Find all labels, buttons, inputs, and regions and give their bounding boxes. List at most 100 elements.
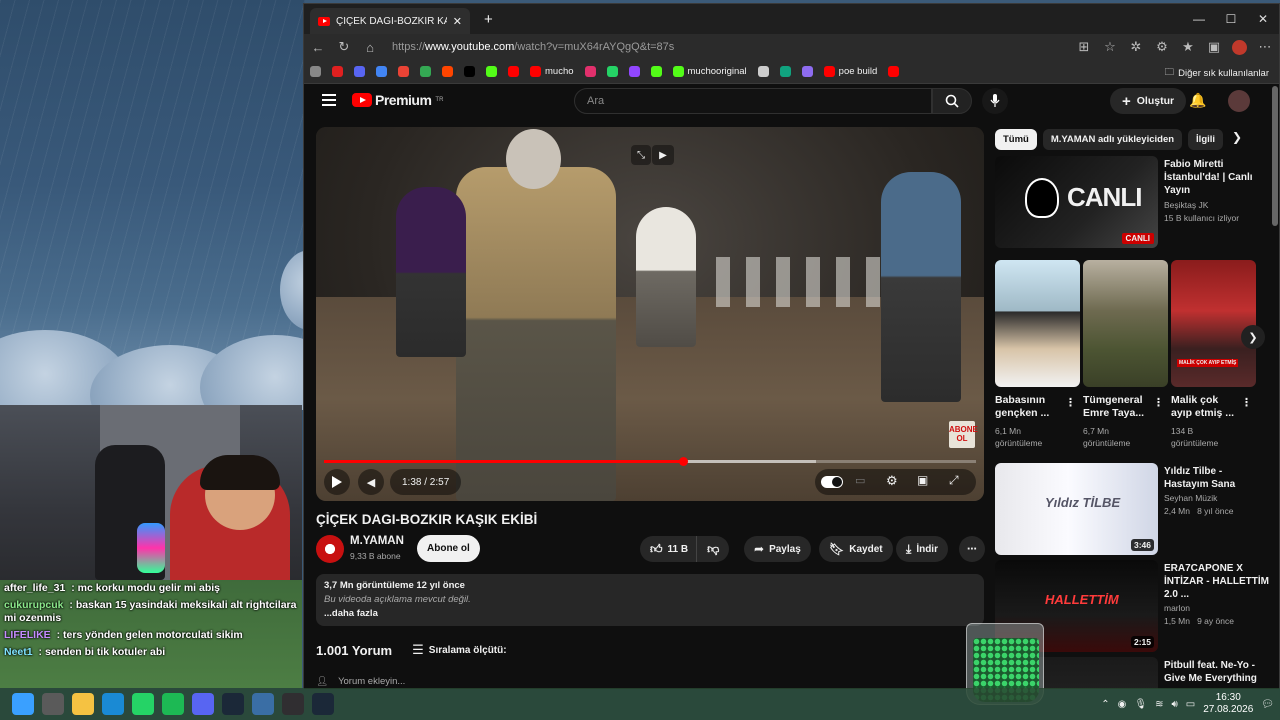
bookmark-item[interactable] — [628, 66, 640, 77]
back-icon[interactable]: ← — [310, 40, 326, 55]
voice-search-button[interactable] — [982, 88, 1008, 114]
short-more-icon[interactable]: ⋮ — [1153, 396, 1164, 409]
bookmark-item[interactable] — [801, 66, 813, 77]
maximize-icon[interactable]: ☐ — [1215, 4, 1247, 34]
create-button[interactable]: + Oluştur — [1110, 88, 1187, 114]
notification-center-icon[interactable]: 💬︎ — [1261, 699, 1274, 710]
shorts-next-button[interactable]: ❯ — [1241, 325, 1265, 349]
close-window-icon[interactable]: ✕ — [1247, 4, 1279, 34]
minimize-icon[interactable]: — — [1183, 4, 1215, 34]
bookmark-item[interactable] — [486, 66, 497, 77]
progress-bar[interactable] — [324, 457, 976, 466]
reload-icon[interactable]: ↻ — [336, 39, 352, 55]
chevron-right-icon[interactable]: ❯ — [1232, 130, 1242, 144]
profile-icon[interactable] — [1232, 39, 1247, 55]
steam-icon[interactable] — [312, 693, 334, 715]
bookmark-item[interactable] — [606, 66, 618, 77]
windows-icon[interactable] — [12, 693, 34, 715]
add-comment-row[interactable]: 👤︎ Yorum ekleyin... — [316, 676, 405, 687]
bookmark-item[interactable] — [464, 66, 475, 77]
spotify-icon[interactable] — [162, 693, 184, 715]
short-thumbnail[interactable] — [995, 260, 1080, 387]
autoplay-toggle[interactable] — [821, 476, 843, 488]
video-player[interactable]: ⤡ ▶ ABONE OL ◀ 1:38 / 2:57 ▭ ⚙ ▣ ⤢ — [316, 127, 984, 501]
subtitles-icon[interactable]: ▭ — [855, 474, 865, 487]
theater-mode-icon[interactable]: ▣ — [917, 473, 928, 487]
bookmark-item[interactable] — [779, 66, 791, 77]
channel-avatar[interactable] — [316, 535, 344, 563]
share-button[interactable]: ➦ Paylaş — [744, 536, 811, 562]
account-avatar[interactable] — [1228, 90, 1250, 112]
channel-name[interactable]: M.YAMAN — [350, 535, 404, 547]
extensions-icon[interactable]: ✲ — [1128, 39, 1144, 55]
network-icon[interactable]: ◉ — [1118, 699, 1127, 710]
cast-icon[interactable]: ▶ — [652, 145, 674, 165]
bookmark-item[interactable] — [757, 66, 769, 77]
whatsapp-icon[interactable] — [132, 693, 154, 715]
more-icon[interactable]: ⋯ — [1257, 39, 1273, 55]
filter-chip[interactable]: Tümü — [995, 129, 1037, 150]
miniplayer-icon[interactable]: ⤡ — [631, 145, 651, 165]
discord-icon[interactable] — [192, 693, 214, 715]
new-tab-icon[interactable]: + — [484, 11, 493, 28]
save-button[interactable]: 🔖︎ Kaydet — [819, 536, 893, 562]
bookmark-item[interactable] — [354, 66, 365, 77]
chevron-up-icon[interactable]: ⌃ — [1101, 699, 1109, 710]
bookmark-item[interactable] — [442, 66, 453, 77]
youtube-logo[interactable]: Premium TR — [352, 92, 443, 108]
short-title[interactable]: Malik çok ayıp etmiş ... — [1171, 394, 1239, 420]
bookmark-item[interactable] — [584, 66, 596, 77]
edge-icon[interactable] — [102, 693, 124, 715]
search-input[interactable]: Ara — [574, 88, 932, 114]
bookmark-item[interactable] — [376, 66, 387, 77]
more-actions-button[interactable]: ⋯ — [959, 536, 985, 562]
obs-icon[interactable] — [282, 693, 304, 715]
search-button[interactable] — [932, 88, 972, 114]
page-scrollbar[interactable] — [1272, 86, 1278, 226]
favorites-icon[interactable]: ★ — [1180, 39, 1196, 55]
volume-tray-icon[interactable]: 🔊︎ — [1171, 699, 1177, 710]
microphone-tray-icon[interactable]: 🎙︎ — [1134, 699, 1147, 710]
home-icon[interactable]: ⌂ — [362, 40, 378, 55]
dislike-button[interactable]: 👎︎ — [697, 536, 729, 562]
collections-icon[interactable]: ▣ — [1206, 39, 1222, 55]
menu-icon[interactable] — [322, 94, 336, 106]
filter-chip[interactable]: M.YAMAN adlı yükleyiciden — [1042, 129, 1183, 150]
like-button[interactable]: 👍︎ 11 B — [640, 536, 698, 562]
bookmark-item[interactable] — [508, 66, 519, 77]
bookmark-item[interactable] — [420, 66, 431, 77]
clock[interactable]: 16:30 27.08.2026 — [1203, 692, 1253, 716]
bookmark-item[interactable]: poe build — [823, 66, 877, 77]
favorite-star-icon[interactable]: ☆ — [1102, 39, 1118, 55]
steam-icon[interactable] — [222, 693, 244, 715]
url-field[interactable]: https://www.youtube.com/watch?v=muX64rAY… — [388, 36, 1066, 58]
bookmark-item[interactable] — [650, 66, 662, 77]
bookmark-item[interactable] — [398, 66, 409, 77]
close-tab-icon[interactable]: ✕ — [453, 15, 462, 28]
apps-icon[interactable]: ⊞ — [1076, 39, 1092, 55]
bookmark-item[interactable]: mucho — [530, 66, 574, 77]
short-title[interactable]: Babasının gençken ... — [995, 394, 1063, 420]
wifi-icon[interactable]: ≋ — [1155, 699, 1163, 710]
fullscreen-icon[interactable]: ⤢ — [949, 473, 959, 488]
bookmark-item[interactable] — [888, 66, 900, 77]
active-tab[interactable]: ÇİÇEK DAGI-BOZKIR KAŞIK EKİBİ - ✕ — [310, 8, 470, 34]
calculator-icon[interactable] — [42, 693, 64, 715]
download-button[interactable]: ⤓ İndir — [896, 536, 948, 562]
sort-button[interactable]: ☰ Sıralama ölçütü: — [412, 642, 506, 658]
recommended-video[interactable]: Yıldız TİLBE 3:46 Yıldız Tilbe - Hastayım … — [995, 463, 1275, 555]
notifications-bell-icon[interactable]: 🔔 — [1189, 92, 1206, 109]
short-more-icon[interactable]: ⋮ — [1065, 396, 1076, 409]
folder-icon[interactable] — [72, 693, 94, 715]
other-bookmarks[interactable]: 🗀 Diğer sık kullanılanlar — [1165, 65, 1269, 81]
short-more-icon[interactable]: ⋮ — [1241, 396, 1252, 409]
battery-icon[interactable]: ▭ — [1186, 699, 1195, 710]
short-thumbnail[interactable] — [1083, 260, 1168, 387]
settings-gear-icon[interactable]: ⚙ — [886, 473, 898, 489]
short-title[interactable]: Tümgeneral Emre Taya... — [1083, 394, 1151, 420]
show-more-link[interactable]: ...daha fazla — [324, 608, 976, 619]
bookmark-item[interactable] — [332, 66, 343, 77]
play-button[interactable] — [324, 469, 350, 495]
volume-button[interactable]: ◀ — [358, 469, 384, 495]
recommended-live-video[interactable]: CANLI CANLI Fabio Miretti İstanbul'da! |… — [995, 156, 1275, 252]
